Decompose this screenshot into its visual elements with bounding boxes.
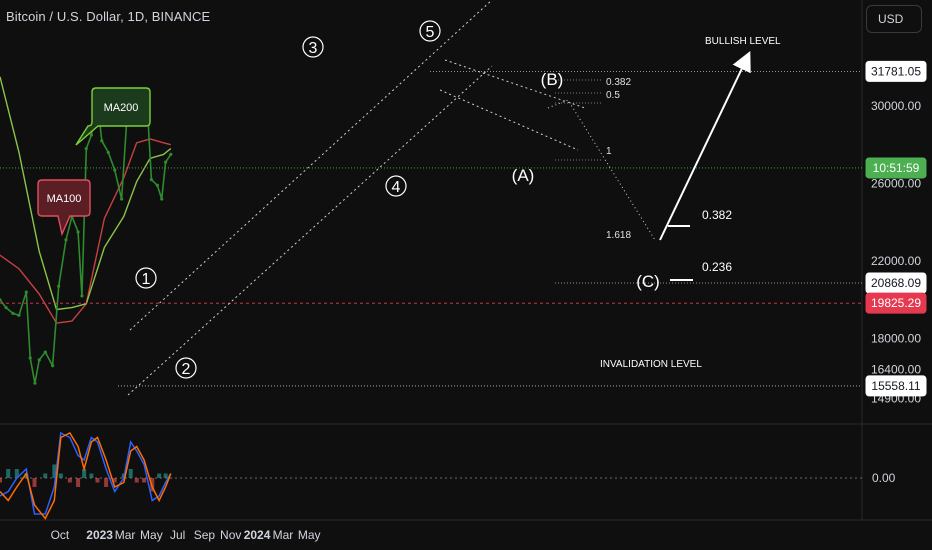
fib-0382-upper-label: 0.382 [606,77,631,88]
histogram-bar [76,478,81,487]
x-tick-label: May [140,528,163,542]
wave-b-label: (B) [541,70,564,89]
price-point [113,168,117,172]
y-tick-22000: 22000.00 [871,254,921,268]
x-tick-label: Sep [194,528,216,542]
price-point [160,197,164,201]
fib-0382-lower-label: 0.382 [702,208,732,222]
wave-c-label: (C) [636,272,660,291]
invalidation-level-label: INVALIDATION LEVEL [600,359,702,370]
ma100-label: MA100 [47,193,82,205]
price-point [64,238,68,242]
price-point [164,160,168,164]
histogram-bar [32,478,37,487]
price-point [89,133,94,137]
histogram-bar [0,478,2,483]
histogram-bar [163,473,168,478]
histogram-bar [67,478,72,483]
price-point [76,230,80,234]
price-label-level: 31781.05 [871,64,921,78]
price-point [4,305,8,310]
price-point [11,311,15,315]
price-point [120,197,124,201]
wave-5-label: 5 [426,24,435,41]
oscillator-zero-label: 0.00 [872,471,896,485]
histogram-bar [43,473,48,478]
histogram-bar [134,478,139,483]
price-point [33,381,37,385]
price-point [51,364,55,368]
x-tick-label: Oct [51,528,70,542]
price-label-level: 20868.09 [871,276,921,290]
price-point [28,356,32,360]
y-tick-26000: 26000.00 [871,176,921,190]
x-tick-label: Nov [220,528,241,542]
price-point [24,290,28,294]
price-point [155,183,160,188]
price-point [57,284,61,288]
histogram-bar [104,478,109,487]
histogram-bar [128,469,133,478]
fib-1-label: 1 [606,146,612,157]
histogram-bar [95,478,100,483]
x-tick-label: 2024 [244,528,271,542]
price-point [106,150,110,155]
price-point [43,350,47,354]
chart-background [0,0,932,550]
wave-2-label: 2 [182,361,191,378]
histogram-bar [157,473,162,478]
x-tick-label: May [298,528,321,542]
histogram-bar [89,473,94,478]
y-tick-30000: 30000.00 [871,99,921,113]
price-point [169,152,173,156]
histogram-bar [142,478,147,483]
price-point [84,146,88,151]
x-tick-label: 2023 [86,528,113,542]
y-tick-18000: 18000.00 [871,332,921,346]
currency-button[interactable]: USD [866,5,922,33]
price-label-ma: 19825.29 [871,296,921,310]
price-point [100,139,104,143]
chart-title: Bitcoin / U.S. Dollar, 1D, BINANCE [6,9,211,24]
wave-1-label: 1 [142,271,151,288]
price-chart[interactable]: 1 2 3 4 5 (A) (B) (C) MA200 MA100 0.382 0.5 1 1.618 0.… [0,0,932,550]
bullish-level-label: BULLISH LEVEL [705,36,781,47]
wave-a-label: (A) [512,166,535,185]
y-tick-16400: 16400.00 [871,363,921,377]
wave-3-label: 3 [309,40,318,57]
fib-05-label: 0.5 [606,90,620,101]
price-label-level: 15558.11 [871,379,920,393]
price-point [17,313,21,317]
fib-1618-label: 1.618 [606,230,631,241]
x-tick-label: Mar [273,528,294,542]
price-point [149,177,153,182]
price-label-current: 10:51:59 [873,161,920,175]
histogram-bar [6,469,11,478]
wave-4-label: 4 [392,179,401,196]
price-point [80,294,84,298]
fib-0236-label: 0.236 [702,260,732,274]
price-point [37,358,41,362]
histogram-bar [58,473,63,478]
x-tick-label: Mar [115,528,136,542]
ma200-label: MA200 [104,102,139,114]
x-tick-label: Jul [170,528,185,542]
